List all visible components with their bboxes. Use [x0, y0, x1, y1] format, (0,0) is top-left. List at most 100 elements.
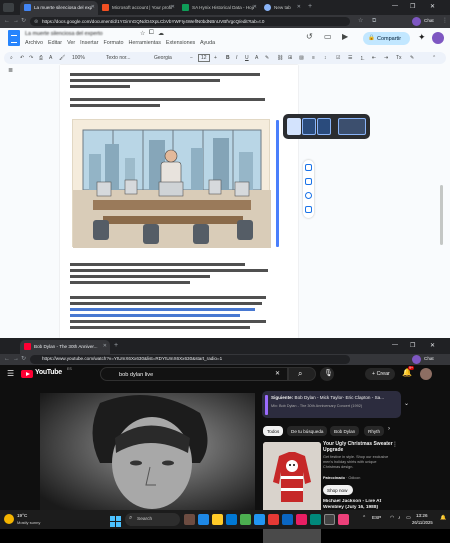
history-icon[interactable]: ↺ [306, 32, 313, 41]
outlook-icon[interactable] [254, 514, 265, 525]
document-page[interactable] [60, 65, 298, 338]
voice-search-button[interactable]: 🎙 [320, 367, 334, 381]
tab-sheets[interactable]: SA Hynix Historical Data - Hojas ✕ [178, 1, 260, 15]
spellcheck-icon[interactable]: A [49, 55, 52, 61]
chevron-right-icon[interactable]: › [388, 426, 390, 432]
menu-ver[interactable]: Ver [67, 40, 75, 46]
office-illustration[interactable] [72, 119, 271, 248]
video-player[interactable] [40, 393, 255, 510]
tab-groups-icon[interactable] [3, 3, 14, 12]
suggest-edit-icon[interactable] [305, 206, 312, 213]
app-icon-magenta[interactable] [338, 514, 349, 525]
ad-title[interactable]: Your Ugly Christmas Sweater Upgrade [323, 441, 393, 453]
next-video-title[interactable]: Michael Jackson - Live At [323, 499, 398, 504]
paint-format-icon[interactable]: 🖌 [59, 55, 65, 61]
tab-new[interactable]: New tab ✕ [260, 1, 304, 15]
layout-options-button[interactable] [338, 118, 366, 135]
account-avatar[interactable] [420, 368, 432, 380]
app-icon-gray[interactable] [324, 514, 335, 525]
image-selection-handle[interactable] [276, 120, 279, 247]
weather-icon[interactable] [4, 514, 14, 524]
undo-icon[interactable]: ↶ [20, 55, 24, 61]
search-button[interactable]: ⌕ [288, 367, 316, 381]
gemini-icon[interactable]: ✦ [418, 32, 426, 43]
tab-docs[interactable]: La muerte silenciosa del experto ✕ [20, 1, 98, 15]
app-icon-teal[interactable] [310, 514, 321, 525]
account-avatar[interactable] [432, 32, 444, 44]
font-size-decrease[interactable]: − [190, 55, 193, 61]
image-icon[interactable]: ▨ [299, 55, 304, 61]
store-icon[interactable] [226, 514, 237, 525]
share-button[interactable]: 🔒 Compartir [363, 32, 410, 45]
close-icon[interactable]: ✕ [91, 4, 95, 10]
highlight-icon[interactable]: ✎ [265, 55, 269, 61]
style-select[interactable]: Texto nor... [106, 55, 130, 61]
comment-add-icon[interactable]: ⊞ [288, 55, 292, 61]
wifi-icon[interactable]: ◠ [390, 515, 394, 521]
tray-chevron-icon[interactable]: ⌃ [362, 515, 366, 521]
url-field[interactable]: https://www.youtube.com/watch?v=YtUmX6Xx… [30, 355, 350, 364]
collapse-toolbar-icon[interactable]: ⌃ [432, 55, 436, 61]
create-button[interactable]: + Crear [365, 368, 395, 380]
font-size-input[interactable]: 12 [198, 54, 210, 62]
font-select[interactable]: Georgia [154, 55, 172, 61]
notifications-icon[interactable]: 🔔 [440, 515, 446, 521]
close-icon[interactable]: ✕ [103, 343, 107, 349]
docs-logo-icon[interactable] [8, 30, 20, 46]
menu-formato[interactable]: Formato [103, 40, 123, 46]
clock-date[interactable]: 26/11/2025 [412, 520, 433, 525]
menu-insertar[interactable]: Insertar [80, 40, 98, 46]
weather-temp[interactable]: 19°C [17, 513, 27, 518]
back-icon[interactable]: ← [4, 17, 10, 25]
back-icon[interactable]: ← [4, 355, 10, 363]
move-folder-icon[interactable]: ⧠ [149, 30, 154, 37]
tab-microsoft[interactable]: Microsoft account | Your profile ✕ [98, 1, 178, 15]
language-indicator[interactable]: ESP [372, 515, 381, 520]
extensions-icon[interactable]: ⧉ [372, 17, 376, 25]
edge-icon[interactable] [198, 514, 209, 525]
chip-bob-dylan[interactable]: Bob Dylan [330, 426, 360, 436]
editing-mode-icon[interactable]: ✎ [410, 55, 414, 61]
profile-avatar[interactable] [412, 17, 421, 26]
next-up-card[interactable]: Siguiente: Bob Dylan - Mick Taylor- Eric… [262, 391, 401, 418]
scrollbar[interactable] [440, 185, 443, 245]
add-comment-icon[interactable] [305, 178, 312, 185]
line-spacing-icon[interactable]: ↕ [324, 55, 327, 61]
forward-icon[interactable]: → [13, 17, 19, 25]
menu-ayuda[interactable]: Ayuda [200, 40, 215, 46]
app-icon-pink[interactable] [296, 514, 307, 525]
menu-archivo[interactable]: Archivo [25, 40, 43, 46]
italic-icon[interactable]: I [236, 55, 237, 61]
battery-icon[interactable]: ▭ [406, 515, 411, 521]
more-options-icon[interactable]: ⋮ [392, 441, 398, 448]
tab-youtube[interactable]: Bob Dylan - The 30th Anniver... ✕ [20, 340, 110, 354]
file-explorer-icon[interactable] [212, 514, 223, 525]
clear-search-icon[interactable]: ✕ [275, 370, 280, 377]
close-window-icon[interactable]: ✕ [430, 3, 435, 10]
ad-thumbnail[interactable] [263, 442, 321, 520]
indent-more-icon[interactable]: ⇥ [384, 55, 388, 61]
maximize-icon[interactable]: ❐ [410, 342, 415, 349]
profile-avatar[interactable] [412, 355, 421, 364]
link-line[interactable] [70, 314, 240, 317]
underline-icon[interactable]: U [245, 55, 249, 61]
link-icon[interactable]: ⛓ [277, 55, 283, 61]
app-icon-red[interactable] [268, 514, 279, 525]
taskbar-search[interactable]: ⌕ Search [125, 513, 180, 526]
indent-less-icon[interactable]: ⇤ [372, 55, 376, 61]
menu-extensiones[interactable]: Extensiones [166, 40, 195, 46]
search-input[interactable]: bob dylan live ✕ [100, 367, 288, 381]
close-icon[interactable]: ✕ [253, 4, 257, 10]
close-icon[interactable]: ✕ [171, 4, 175, 10]
close-icon[interactable]: ✕ [297, 4, 301, 10]
text-color-icon[interactable]: A [255, 55, 258, 61]
bullet-list-icon[interactable]: ☰ [348, 55, 352, 61]
menu-herramientas[interactable]: Herramientas [129, 40, 161, 46]
reload-icon[interactable]: ↻ [21, 17, 26, 25]
meet-icon[interactable]: ▶ [342, 32, 348, 41]
youtube-logo-icon[interactable] [21, 370, 33, 378]
chip-de-tu-busqueda[interactable]: De tu búsqueda [287, 426, 328, 436]
hamburger-menu-icon[interactable]: ☰ [7, 369, 14, 378]
chrome-icon[interactable] [240, 514, 251, 525]
magic-edit-icon[interactable] [305, 164, 312, 171]
